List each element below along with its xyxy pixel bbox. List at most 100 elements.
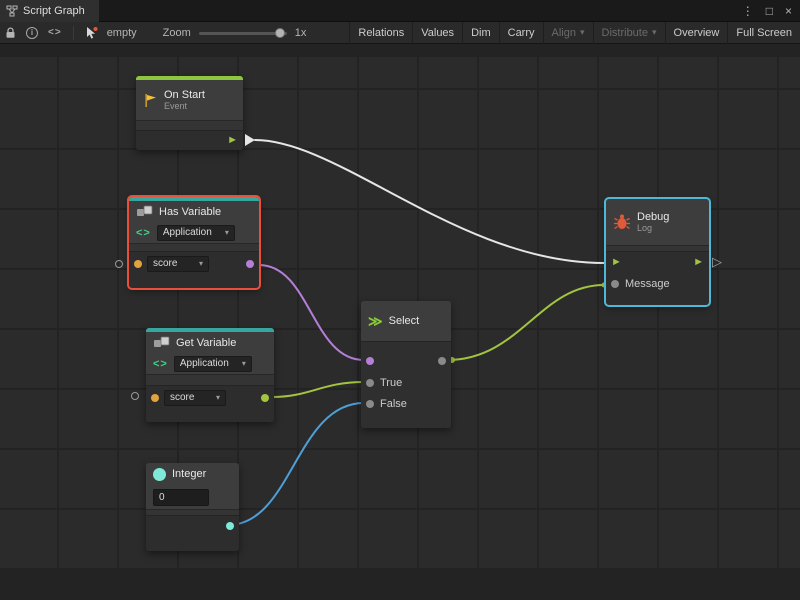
chevron-down-icon: ▾ — [580, 27, 585, 38]
values-button[interactable]: Values — [412, 22, 462, 44]
flow-in-hollow-triangle-icon[interactable]: ▷ — [712, 255, 722, 268]
window-close-icon[interactable]: × — [785, 0, 792, 22]
selection-status: empty — [103, 27, 141, 39]
node-footer — [606, 295, 709, 305]
dim-button[interactable]: Dim — [462, 22, 499, 44]
node-spacer — [129, 243, 259, 251]
chevron-down-icon: ▾ — [652, 27, 657, 38]
false-input-port[interactable] — [366, 400, 374, 408]
node-footer — [146, 409, 274, 422]
node-title: On Start — [164, 89, 205, 102]
node-title: Has Variable — [159, 206, 221, 218]
select-icon: ≫ — [368, 314, 383, 328]
integer-output-port[interactable] — [226, 522, 234, 530]
zoom-slider-track[interactable] — [199, 32, 287, 35]
value-input-ring-icon[interactable] — [131, 392, 139, 400]
button-label: Overview — [674, 27, 720, 39]
graph-toolbar: i <> empty Zoom 1x Relations Values Dim … — [0, 22, 800, 44]
name-input-port[interactable] — [151, 394, 159, 402]
carry-button[interactable]: Carry — [499, 22, 543, 44]
name-input-port[interactable] — [134, 260, 142, 268]
wire-getvariable-to-select[interactable] — [272, 382, 364, 397]
toolbar-divider — [73, 26, 74, 40]
script-graph-icon — [6, 5, 18, 17]
variable-name-dropdown[interactable]: score ▾ — [164, 390, 226, 406]
chevron-down-icon: ▾ — [225, 228, 229, 237]
selection-cursor-icon — [80, 22, 103, 44]
message-input-port[interactable] — [611, 280, 619, 288]
variable-scope-dropdown[interactable]: Application ▾ — [157, 225, 235, 241]
overview-button[interactable]: Overview — [665, 22, 728, 44]
node-spacer — [136, 120, 243, 130]
value-output-port[interactable] — [261, 394, 269, 402]
button-label: Full Screen — [736, 27, 792, 39]
graph-canvas[interactable]: On Start Event ► Has Variable <> Applica… — [0, 44, 800, 600]
wire-select-to-debuglog[interactable] — [447, 285, 604, 360]
node-title: Get Variable — [176, 337, 236, 349]
window-controls: ⋮ □ × — [742, 0, 800, 22]
window-maximize-icon[interactable]: □ — [766, 0, 773, 22]
false-label: False — [380, 398, 407, 410]
selector-input-port[interactable] — [366, 357, 374, 365]
node-subtitle: Log — [637, 223, 669, 233]
flow-output-port[interactable]: ► — [693, 257, 704, 268]
button-label: Relations — [358, 27, 404, 39]
relations-button[interactable]: Relations — [349, 22, 412, 44]
node-debug-log[interactable]: Debug Log ► ► Message — [606, 199, 709, 305]
tab-title: Script Graph — [23, 5, 85, 17]
variable-name: score — [170, 392, 194, 403]
variable-brackets-icon: <> — [153, 358, 168, 370]
button-label: Carry — [508, 27, 535, 39]
toolbar-buttons: Relations Values Dim Carry Align ▾ Distr… — [349, 22, 800, 44]
node-integer[interactable]: Integer 0 — [146, 463, 239, 551]
node-select[interactable]: ≫ Select True False — [361, 301, 451, 428]
info-icon[interactable]: i — [21, 22, 43, 44]
integer-value-input[interactable]: 0 — [153, 489, 209, 506]
variable-name: score — [153, 258, 177, 269]
button-label: Values — [421, 27, 454, 39]
true-label: True — [380, 377, 402, 389]
window-menu-icon[interactable]: ⋮ — [742, 0, 754, 22]
variable-name-dropdown[interactable]: score ▾ — [147, 256, 209, 272]
zoom-slider-handle[interactable] — [275, 28, 285, 38]
code-view-icon[interactable]: <> — [43, 22, 67, 44]
button-label: Align — [552, 27, 576, 39]
chevron-down-icon: ▾ — [216, 393, 220, 402]
align-dropdown-button[interactable]: Align ▾ — [543, 22, 593, 44]
variables-icon — [136, 205, 153, 218]
node-subtitle: Event — [164, 101, 205, 111]
node-spacer — [146, 374, 274, 385]
selection-output-port[interactable] — [438, 357, 446, 365]
node-footer — [146, 535, 239, 551]
zoom-label: Zoom — [159, 27, 195, 39]
node-title: Select — [389, 315, 420, 327]
result-output-port[interactable] — [246, 260, 254, 268]
button-label: Dim — [471, 27, 491, 39]
scope-value: Application — [163, 227, 212, 238]
tab-script-graph[interactable]: Script Graph — [0, 0, 99, 22]
wire-hasvariable-to-select[interactable] — [259, 265, 364, 360]
node-title: Debug — [637, 211, 669, 224]
flow-output-port[interactable]: ► — [227, 135, 238, 146]
zoom-value: 1x — [291, 27, 311, 39]
variable-scope-dropdown[interactable]: Application ▾ — [174, 356, 252, 372]
flow-input-port[interactable]: ► — [611, 257, 622, 268]
lock-icon[interactable] — [0, 22, 21, 44]
node-get-variable[interactable]: Get Variable <> Application ▾ score ▾ — [146, 328, 274, 422]
node-on-start[interactable]: On Start Event ► — [136, 76, 243, 150]
chevron-down-icon: ▾ — [242, 359, 246, 368]
node-has-variable[interactable]: Has Variable <> Application ▾ score ▾ — [129, 197, 259, 288]
integer-value: 0 — [159, 492, 165, 503]
distribute-dropdown-button[interactable]: Distribute ▾ — [593, 22, 665, 44]
value-input-ring-icon[interactable] — [115, 260, 123, 268]
integer-icon — [153, 468, 166, 481]
wire-onstart-to-debuglog[interactable] — [255, 140, 604, 263]
node-title: Integer — [172, 468, 206, 480]
bug-icon — [613, 213, 631, 231]
true-input-port[interactable] — [366, 379, 374, 387]
full-screen-button[interactable]: Full Screen — [727, 22, 800, 44]
node-footer — [129, 275, 259, 288]
chevron-down-icon: ▾ — [199, 259, 203, 268]
flow-out-triangle-icon[interactable] — [245, 134, 255, 146]
zoom-slider[interactable] — [199, 22, 287, 44]
